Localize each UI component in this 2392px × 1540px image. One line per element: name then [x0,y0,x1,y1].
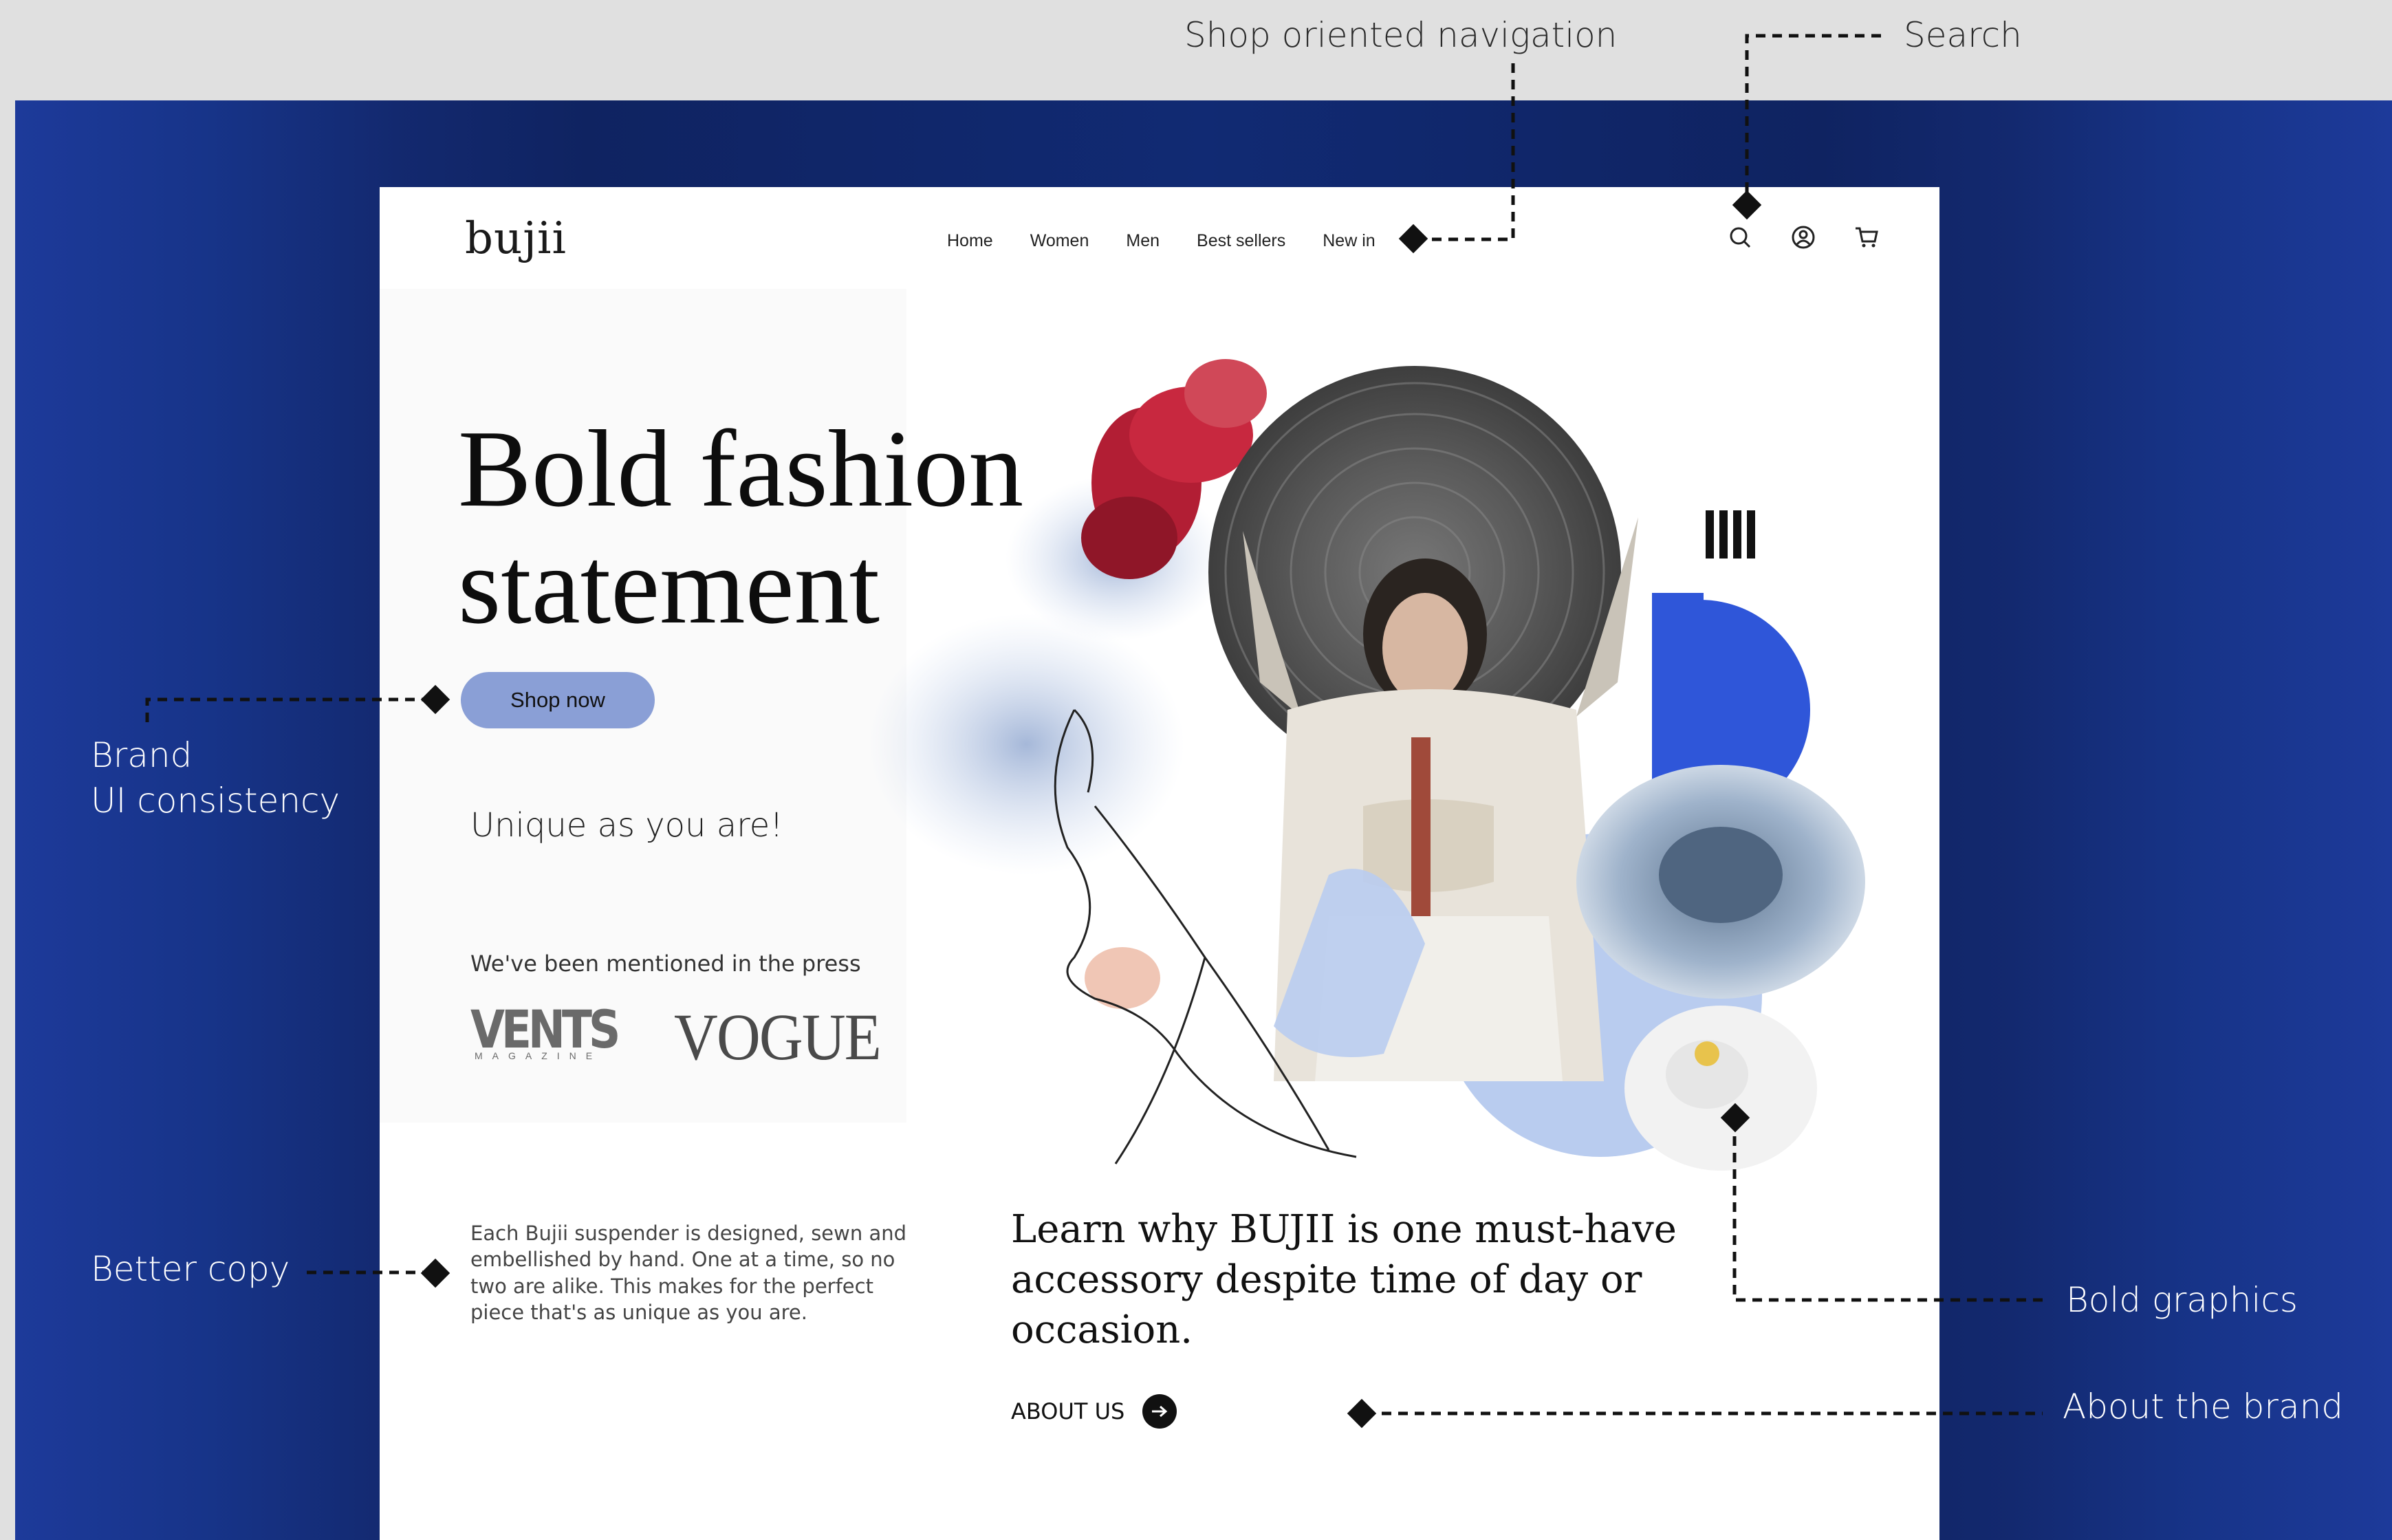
about-us-link[interactable]: ABOUT US [1011,1394,1177,1429]
annotation-search: Search [1904,15,2022,55]
red-flower-graphic [1081,359,1267,579]
hero-tagline: Unique as you are! [470,806,783,845]
nav-item-best-sellers[interactable]: Best sellers [1197,231,1285,251]
blue-half-circle [1700,600,1810,820]
shop-now-button[interactable]: Shop now [461,672,655,728]
vents-logo-subtitle: MAGAZINE [475,1050,602,1061]
nav-item-home[interactable]: Home [947,231,993,251]
annotation-brand-line2: UI consistency [91,781,340,821]
light-blue-circle [1439,834,1762,1157]
nav-item-women[interactable]: Women [1030,231,1089,251]
tick-marks [1706,510,1755,558]
arrow-right-icon [1142,1394,1177,1429]
annotation-brand: Brand UI consistency [91,733,340,823]
annotation-better-copy: Better copy [91,1249,290,1289]
user-icon[interactable] [1791,225,1816,250]
watercolor-splash-upper [1005,476,1226,641]
hero-headline-line1: Bold fashion [458,407,1024,530]
header-icons [1728,225,1879,250]
main-navigation: Home Women Men Best sellers New in [947,231,1376,251]
line-drawing-bird [1054,708,1357,1164]
website-mockup: bujii Home Women Men Best sellers New in… [380,187,1939,1540]
learn-heading: Learn why BUJII is one must-have accesso… [1011,1207,1677,1352]
brand-copy: Each Bujii suspender is designed, sewn a… [470,1222,907,1324]
vogue-logo: VOGUE [674,1000,882,1074]
watercolor-splash [868,614,1184,875]
annotation-brand-line1: Brand [91,735,193,775]
straw-hat [1208,366,1621,779]
press-label: We've been mentioned in the press [470,951,861,977]
annotation-about-brand: About the brand [2063,1387,2344,1427]
blue-petal-shape [1274,869,1425,1057]
model-figure [1243,517,1638,1081]
cart-icon[interactable] [1854,225,1879,250]
nav-item-new-in[interactable]: New in [1323,231,1375,251]
annotation-shop-nav: Shop oriented navigation [1184,15,1618,55]
hero-headline: Bold fashion statement [458,407,1024,647]
white-flower-graphic [1624,1006,1817,1171]
annotation-bold-graphics: Bold graphics [2066,1280,2298,1320]
brand-logo[interactable]: bujii [465,213,567,264]
hero-headline-line2: statement [458,523,880,647]
peach-blob [1085,947,1160,1009]
nav-item-men[interactable]: Men [1126,231,1160,251]
about-us-label: ABOUT US [1011,1398,1125,1424]
blue-peony-graphic [1576,765,1865,999]
search-icon[interactable] [1728,225,1752,250]
blue-bar [1652,593,1704,820]
